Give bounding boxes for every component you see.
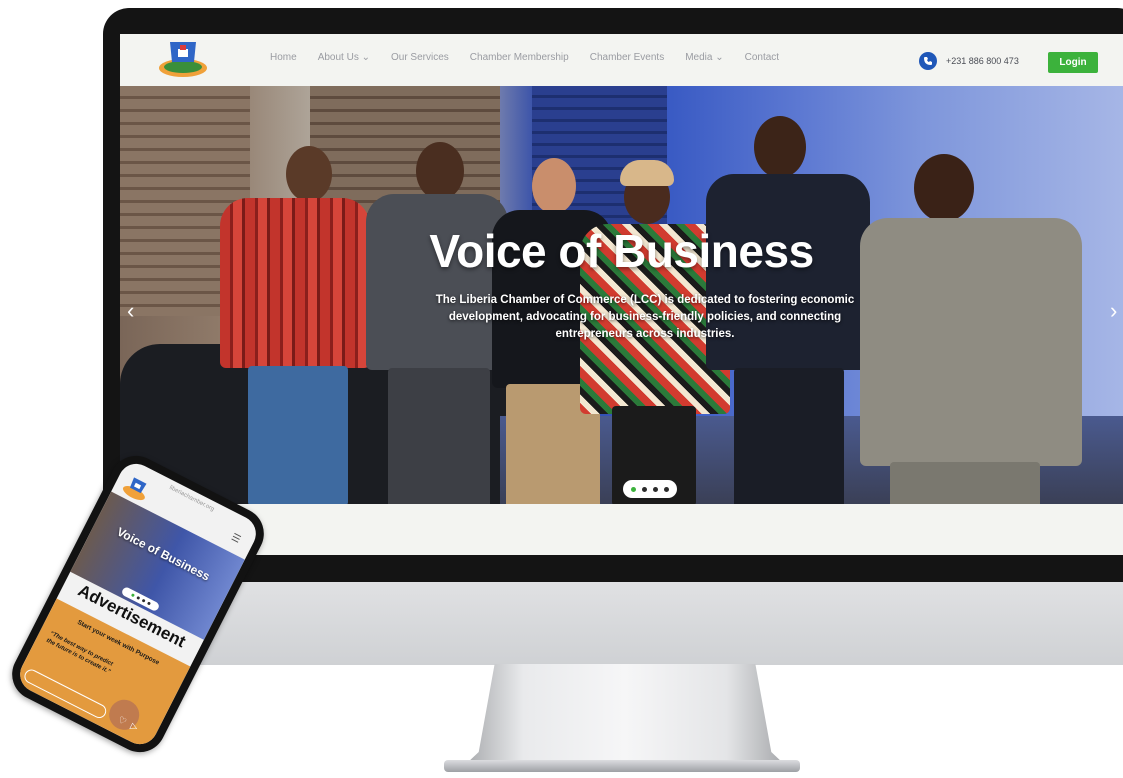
carousel-dot[interactable]	[653, 486, 658, 492]
carousel-dot[interactable]	[664, 486, 669, 492]
chamber-logo[interactable]	[156, 38, 210, 80]
carousel-next-arrow-icon[interactable]: ›	[1110, 300, 1117, 322]
nav-link-services[interactable]: Our Services	[391, 52, 449, 63]
hero-subtitle: The Liberia Chamber of Commerce (LCC) is…	[435, 294, 855, 340]
nav-link-media[interactable]: Media ⌄	[685, 52, 723, 63]
carousel-dot[interactable]	[141, 598, 146, 603]
login-button[interactable]: Login	[1048, 52, 1098, 73]
carousel-indicators	[623, 480, 677, 498]
message-input[interactable]	[22, 667, 109, 721]
nav-links: Home About Us ⌄ Our Services Chamber Mem…	[270, 52, 779, 63]
nav-link-membership[interactable]: Chamber Membership	[470, 52, 569, 63]
carousel-prev-arrow-icon[interactable]: ‹	[127, 300, 134, 322]
carousel-dot[interactable]	[631, 486, 636, 492]
nav-link-about[interactable]: About Us ⌄	[318, 52, 370, 63]
carousel-dot[interactable]	[135, 595, 140, 600]
site-navbar: Home About Us ⌄ Our Services Chamber Mem…	[120, 34, 1123, 86]
hamburger-menu-icon[interactable]: ☰	[229, 532, 242, 546]
desktop-website: Home About Us ⌄ Our Services Chamber Mem…	[120, 34, 1123, 555]
mobile-hero-title: Voice of Business	[114, 524, 213, 584]
monitor-stand-base	[444, 760, 800, 772]
hero-title: Voice of Business	[429, 225, 814, 277]
carousel-dot[interactable]	[642, 486, 647, 492]
mobile-website: liberiachamber.org ☰ Voice of Business A…	[13, 457, 263, 751]
advertisement-avatar	[104, 694, 145, 735]
monitor-stand	[466, 664, 784, 764]
hero-carousel: Voice of Business The Liberia Chamber of…	[120, 86, 1123, 504]
carousel-dot[interactable]	[146, 601, 151, 606]
phone-icon	[919, 52, 937, 70]
nav-link-contact[interactable]: Contact	[745, 52, 779, 63]
carousel-dot[interactable]	[130, 592, 135, 598]
monitor-chin	[103, 582, 1123, 665]
contact-phone-number[interactable]: +231 886 800 473	[946, 56, 1019, 66]
nav-link-events[interactable]: Chamber Events	[590, 52, 664, 63]
nav-link-home[interactable]: Home	[270, 52, 297, 63]
